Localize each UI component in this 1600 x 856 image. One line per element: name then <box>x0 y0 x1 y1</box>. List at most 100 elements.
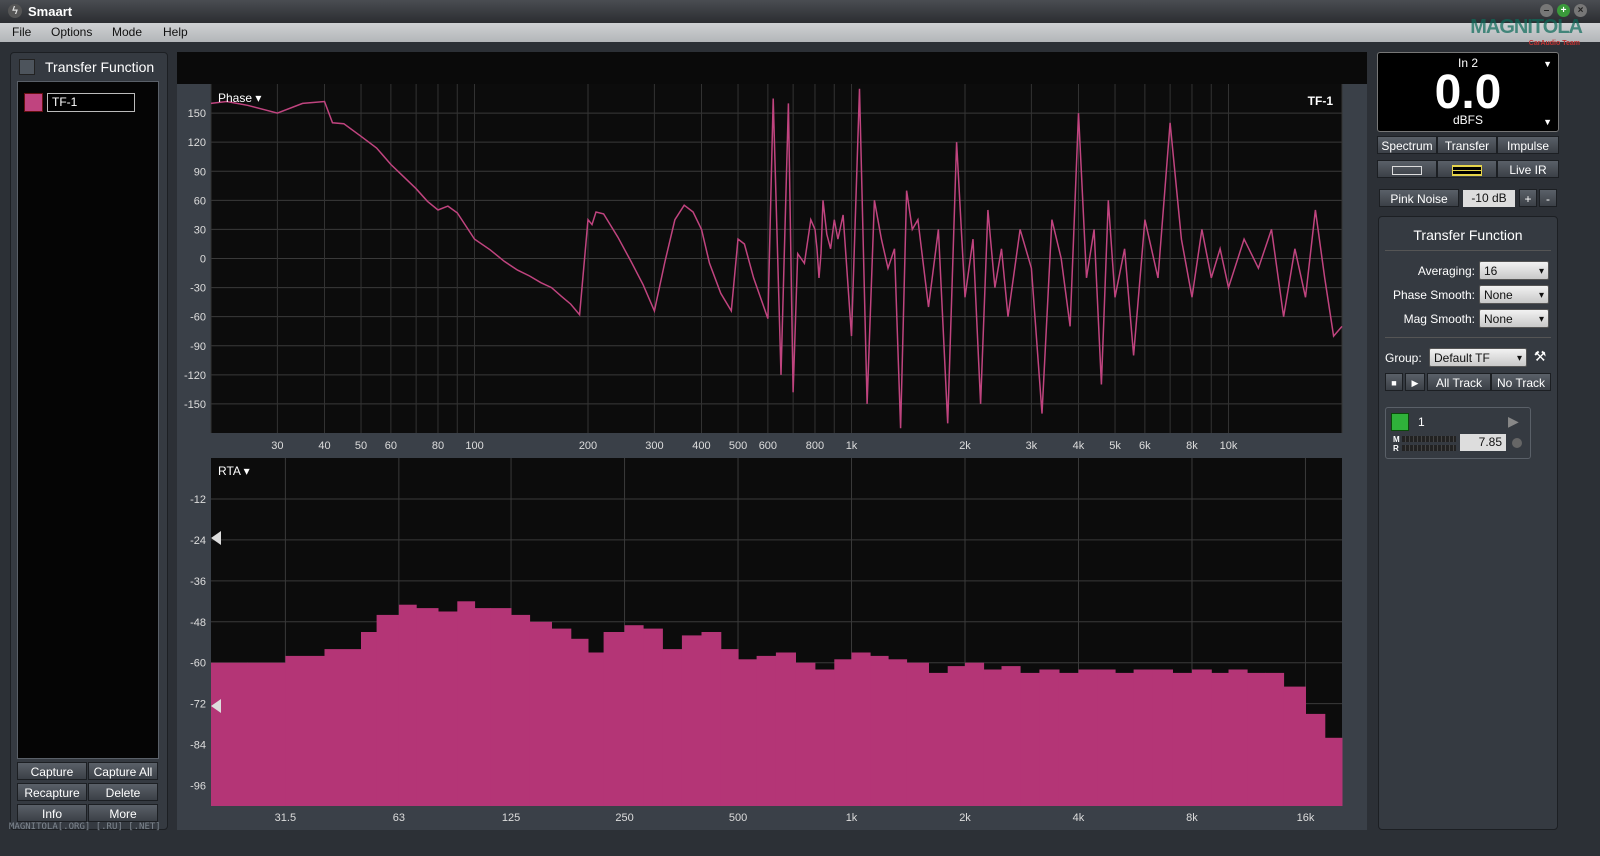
capture-button[interactable]: Capture <box>17 762 87 780</box>
level-plus-button[interactable]: + <box>1519 189 1537 207</box>
rta-bar <box>624 625 644 806</box>
capture-all-button[interactable]: Capture All <box>88 762 158 780</box>
averaging-label: Averaging: <box>1417 264 1475 278</box>
all-track-button[interactable]: All Track <box>1427 373 1491 391</box>
phase-y-tick: 0 <box>200 254 206 266</box>
rta-bar <box>1078 669 1099 806</box>
no-track-button[interactable]: No Track <box>1491 373 1551 391</box>
tf-enable-checkbox[interactable] <box>19 59 35 75</box>
live-ir-button[interactable]: Live IR <box>1497 160 1559 178</box>
mag-smooth-select[interactable]: None <box>1479 309 1549 329</box>
rta-bar <box>681 635 702 806</box>
single-view-icon <box>1392 166 1422 176</box>
graph-svg: 1501209060300-30-60-90-120-15030 40 50 60 80… <box>177 84 1367 830</box>
phase-x-tick: 8k <box>1186 440 1198 452</box>
group-select[interactable]: Default TF <box>1429 348 1527 368</box>
panel-title: Transfer Function <box>45 59 155 75</box>
phase-x-tick: 30 <box>271 440 283 452</box>
meter-r-bar <box>1402 445 1456 451</box>
level-minus-button[interactable]: - <box>1539 189 1557 207</box>
stop-icon: ■ <box>1391 378 1397 388</box>
phase-x-tick: 1k <box>846 440 858 452</box>
rta-y-tick: -60 <box>190 658 206 670</box>
rta-y-tick: -48 <box>190 617 206 629</box>
tab-impulse[interactable]: Impulse <box>1497 136 1559 154</box>
phase-x-tick: 500 <box>729 440 747 452</box>
tf-settings-panel: Transfer Function Averaging: 16 Phase Sm… <box>1378 216 1558 830</box>
channel-dropdown-icon[interactable]: ▼ <box>1543 59 1552 69</box>
noise-level-field[interactable]: -10 dB <box>1463 190 1515 207</box>
rta-bar <box>965 662 985 806</box>
phase-x-tick: 10k <box>1220 440 1238 452</box>
tab-spectrum[interactable]: Spectrum <box>1377 136 1437 154</box>
phase-y-tick: 120 <box>188 137 206 149</box>
delete-button[interactable]: Delete <box>88 783 158 801</box>
rta-bar <box>1001 666 1021 806</box>
averaging-select[interactable]: 16 <box>1479 261 1549 281</box>
input-meter[interactable]: In 2 0.0 dBFS ▼ ▼ <box>1377 52 1559 132</box>
pink-noise-button[interactable]: Pink Noise <box>1379 189 1459 207</box>
rta-x-tick: 1k <box>846 812 858 824</box>
menu-file[interactable]: File <box>12 25 31 39</box>
rta-bar <box>662 649 683 806</box>
title-bar: ϟ Smaart – + × <box>0 0 1600 23</box>
rta-bar <box>1097 669 1116 806</box>
rta-y-tick: -72 <box>190 699 206 711</box>
dual-view-button[interactable] <box>1437 160 1497 178</box>
engine-play-icon[interactable]: ▶ <box>1508 413 1519 430</box>
phase-selector[interactable]: Phase ▾ <box>218 91 261 105</box>
rta-bar <box>775 652 796 806</box>
measurement-color-swatch[interactable] <box>24 93 43 112</box>
recapture-button[interactable]: Recapture <box>17 783 87 801</box>
rta-bar <box>1152 669 1173 806</box>
phase-y-tick: -90 <box>190 341 206 353</box>
engine-enable-button[interactable] <box>1391 413 1409 431</box>
control-panel: In 2 0.0 dBFS ▼ ▼ Spectrum Transfer Impu… <box>1375 52 1595 830</box>
play-button[interactable]: ▶ <box>1405 373 1425 391</box>
delay-finder-icon[interactable] <box>1512 438 1522 448</box>
delay-field[interactable]: 7.85 <box>1460 434 1506 451</box>
rta-bar <box>906 662 929 806</box>
meter-m-label: M <box>1393 435 1400 444</box>
rta-bar <box>1247 672 1266 806</box>
tab-transfer[interactable]: Transfer <box>1437 136 1497 154</box>
phase-smooth-select[interactable]: None <box>1479 285 1549 305</box>
phase-x-tick: 800 <box>806 440 824 452</box>
rta-bar <box>1342 765 1343 806</box>
rta-bar <box>570 638 589 806</box>
rta-y-tick: -36 <box>190 576 206 588</box>
measurement-panel: Transfer Function TF-1 Capture Capture A… <box>10 52 168 830</box>
rta-x-tick: 250 <box>615 812 633 824</box>
graph-area: 150 120 90 60 30 0 -30 -60 -90 -120 -150 30 40 50 60 80… <box>177 52 1367 830</box>
rta-bar <box>416 608 439 806</box>
menu-options[interactable]: Options <box>51 25 92 39</box>
rta-y-tick: -84 <box>190 740 206 752</box>
menu-help[interactable]: Help <box>163 25 188 39</box>
rta-bar <box>888 659 908 806</box>
phase-x-tick: 80 <box>432 440 444 452</box>
rta-bar <box>795 662 816 806</box>
phase-y-tick: 30 <box>194 224 206 236</box>
logo-subtitle: CarAudio Team <box>1528 40 1580 47</box>
unit-dropdown-icon[interactable]: ▼ <box>1543 117 1552 127</box>
rta-y-tick: -24 <box>190 535 206 547</box>
menu-bar: File Options Mode Help <box>0 23 1600 42</box>
measurement-name-field[interactable]: TF-1 <box>47 93 135 112</box>
rta-bar <box>815 669 835 806</box>
rta-bar <box>361 632 378 806</box>
info-button[interactable]: Info <box>17 804 87 822</box>
menu-mode[interactable]: Mode <box>112 25 142 39</box>
watermark: MAGNITOLA[.ORG] [.RU] [.NET] <box>9 822 161 832</box>
single-view-button[interactable] <box>1377 160 1437 178</box>
rta-bar <box>701 632 722 806</box>
rta-y-tick: -96 <box>190 781 206 793</box>
more-button[interactable]: More <box>88 804 158 822</box>
rta-y-tick: -12 <box>190 494 206 506</box>
stop-button[interactable]: ■ <box>1385 373 1403 391</box>
rta-bar <box>603 632 625 806</box>
phase-x-tick: 100 <box>465 440 483 452</box>
rta-bar <box>1115 672 1135 806</box>
rta-selector[interactable]: RTA ▾ <box>218 464 250 478</box>
rta-bar <box>756 655 777 806</box>
tools-icon[interactable]: ⚒ <box>1531 348 1549 367</box>
